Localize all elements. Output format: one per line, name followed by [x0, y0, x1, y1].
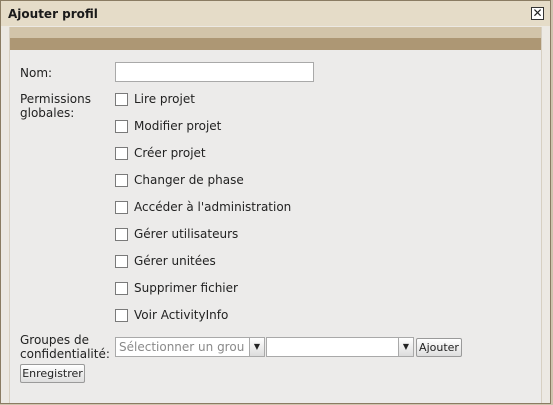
add-profile-dialog: Ajouter profil ✕ Nom: Permissions global…: [0, 0, 551, 404]
checkbox[interactable]: [115, 308, 128, 322]
permission-item-modifier-projet[interactable]: Modifier projet: [115, 118, 221, 134]
permission-label: Créer projet: [134, 146, 206, 160]
checkbox[interactable]: [115, 281, 128, 295]
group-select-placeholder: Sélectionner un groupe: [119, 340, 245, 354]
permission-label: Changer de phase: [134, 173, 244, 187]
groups-label-line1: Groupes de: [20, 333, 89, 347]
nom-label: Nom:: [20, 66, 53, 80]
permission-label: Modifier projet: [134, 119, 222, 133]
permission-label: Accéder à l'administration: [134, 200, 292, 214]
checkbox[interactable]: [115, 254, 128, 268]
permission-item-voir-activityinfo[interactable]: Voir ActivityInfo: [115, 307, 228, 323]
add-group-button[interactable]: Ajouter: [416, 338, 462, 357]
permission-label: Gérer unitées: [134, 254, 216, 268]
permission-item-lire-projet[interactable]: Lire projet: [115, 91, 195, 107]
permission-item-creer-projet[interactable]: Créer projet: [115, 145, 206, 161]
chevron-down-icon[interactable]: ▼: [398, 337, 414, 357]
save-button[interactable]: Enregistrer: [20, 364, 85, 383]
permission-label: Voir ActivityInfo: [134, 308, 229, 322]
groups-label-line2: confidentialité:: [20, 347, 110, 361]
nom-input[interactable]: [115, 62, 314, 82]
permission-label: Gérer utilisateurs: [134, 227, 239, 241]
close-icon[interactable]: ✕: [531, 7, 544, 20]
header-band: [10, 27, 541, 38]
group-select[interactable]: Sélectionner un groupe ▼: [115, 337, 265, 357]
permission-item-changer-phase[interactable]: Changer de phase: [115, 172, 244, 188]
dialog-titlebar: Ajouter profil ✕: [1, 1, 550, 26]
checkbox[interactable]: [115, 227, 128, 241]
dialog-title: Ajouter profil: [8, 7, 98, 21]
toolbar-band: [10, 38, 541, 50]
checkbox[interactable]: [115, 200, 128, 214]
permission-label: Lire projet: [134, 92, 195, 106]
checkbox[interactable]: [115, 173, 128, 187]
permission-item-gerer-unitees[interactable]: Gérer unitées: [115, 253, 216, 269]
checkbox[interactable]: [115, 146, 128, 160]
permission-item-gerer-utilisateurs[interactable]: Gérer utilisateurs: [115, 226, 238, 242]
chevron-down-icon[interactable]: ▼: [249, 337, 265, 357]
second-select[interactable]: ▼: [266, 337, 414, 357]
permission-item-acceder-administration[interactable]: Accéder à l'administration: [115, 199, 291, 215]
permission-item-supprimer-fichier[interactable]: Supprimer fichier: [115, 280, 238, 296]
dialog-body: Nom: Permissions globales: Lire projet M…: [9, 27, 542, 403]
checkbox[interactable]: [115, 119, 128, 133]
checkbox[interactable]: [115, 92, 128, 106]
permissions-label-line2: globales:: [20, 106, 75, 120]
permission-label: Supprimer fichier: [134, 281, 238, 295]
permissions-label-line1: Permissions: [20, 92, 91, 106]
